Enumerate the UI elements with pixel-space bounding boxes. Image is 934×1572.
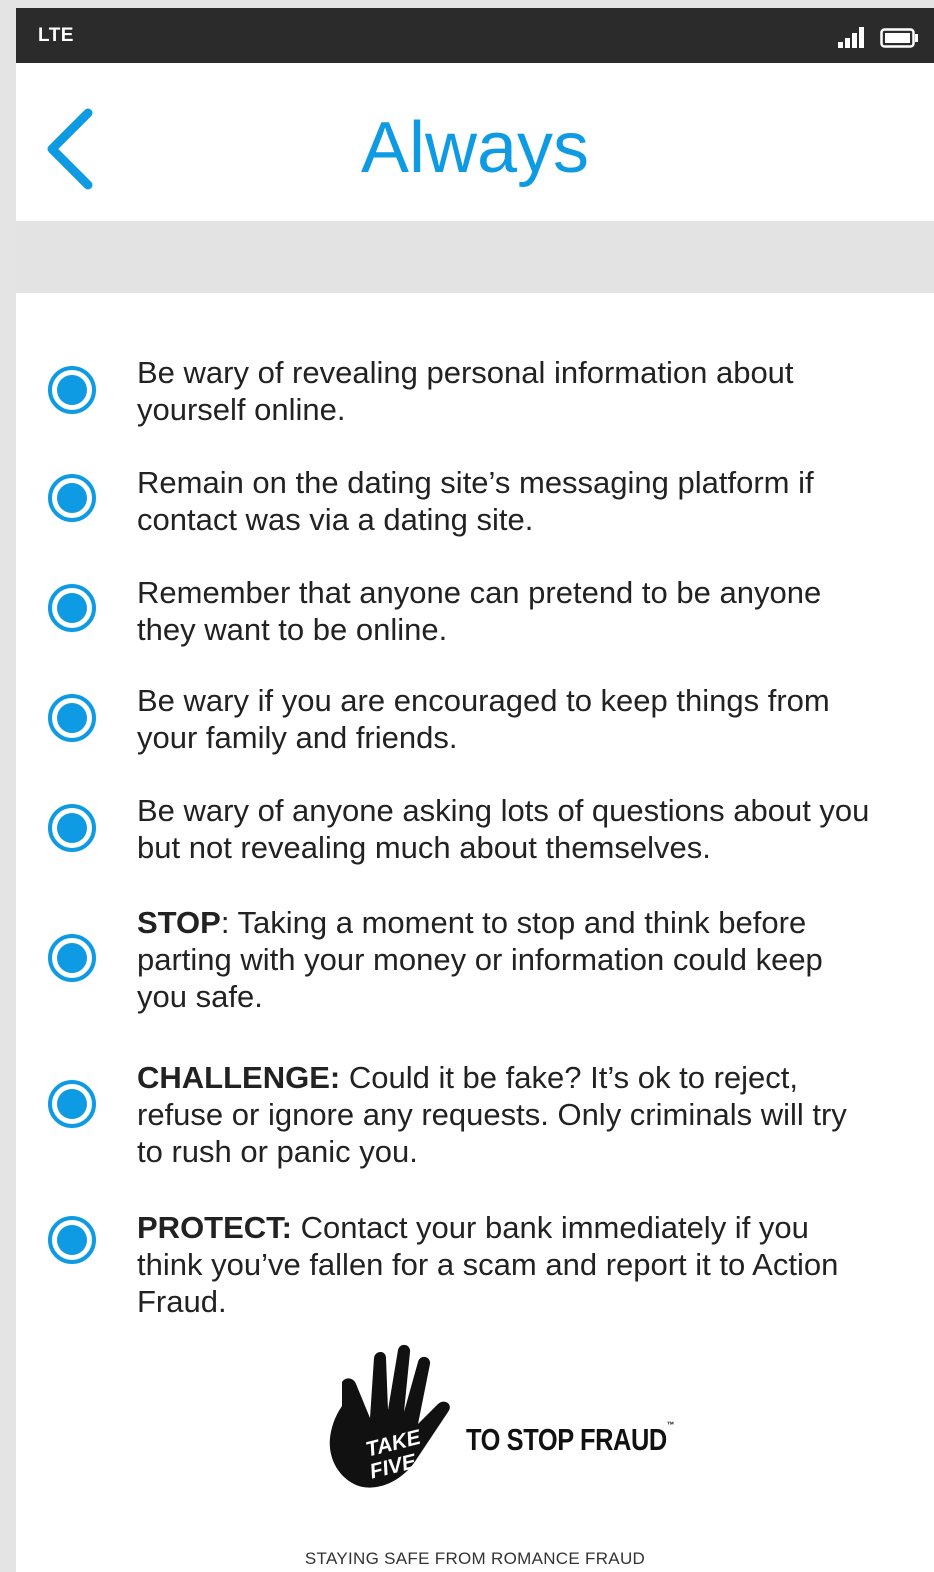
tip-body: Remember that anyone can pretend to be a…	[137, 575, 822, 647]
radio-bullet-icon[interactable]	[48, 584, 96, 632]
tip-lead: CHALLENGE:	[137, 1060, 341, 1095]
radio-bullet-icon[interactable]	[48, 366, 96, 414]
tip-text: CHALLENGE: Could it be fake? It’s ok to …	[137, 1059, 877, 1170]
tip-text: STOP: Taking a moment to stop and think …	[137, 904, 877, 1015]
header-bar: Always	[16, 63, 934, 221]
radio-bullet-icon[interactable]	[48, 934, 96, 982]
tip-text: Be wary if you are encouraged to keep th…	[137, 682, 877, 756]
tip-body: Be wary if you are encouraged to keep th…	[137, 683, 830, 755]
battery-icon	[880, 28, 918, 48]
logo-tagline: TO STOP FRAUD™	[466, 1420, 674, 1457]
tip-text: Be wary of revealing personal informatio…	[137, 354, 877, 428]
radio-bullet-icon[interactable]	[48, 474, 96, 522]
tip-body: : Taking a moment to stop and think befo…	[137, 905, 823, 1014]
tip-text: Be wary of anyone asking lots of questio…	[137, 792, 877, 866]
tip-lead: STOP	[137, 905, 221, 940]
footer-caption: STAYING SAFE FROM ROMANCE FRAUD	[304, 1549, 646, 1568]
tip-text: Remain on the dating site’s messaging pl…	[137, 464, 877, 538]
section-divider-band	[16, 221, 934, 293]
carrier-label: LTE	[38, 25, 74, 46]
tip-body: Be wary of revealing personal informatio…	[137, 355, 794, 427]
status-bar: LTE	[16, 8, 934, 63]
signal-bars-icon	[838, 27, 864, 48]
tip-lead: PROTECT:	[137, 1210, 292, 1245]
tip-text: PROTECT: Contact your bank immediately i…	[137, 1209, 877, 1320]
radio-bullet-icon[interactable]	[48, 694, 96, 742]
tip-body: Be wary of anyone asking lots of questio…	[137, 793, 870, 865]
take-five-hand-logo: TAKE FIVE	[329, 1344, 450, 1488]
radio-bullet-icon[interactable]	[48, 804, 96, 852]
radio-bullet-icon[interactable]	[48, 1216, 96, 1264]
tip-text: Remember that anyone can pretend to be a…	[137, 574, 877, 648]
page-title: Always	[360, 108, 590, 188]
phone-screen: LTE Always Be wary of revealing personal…	[16, 8, 934, 1572]
tip-body: Remain on the dating site’s messaging pl…	[137, 465, 814, 537]
radio-bullet-icon[interactable]	[48, 1080, 96, 1128]
